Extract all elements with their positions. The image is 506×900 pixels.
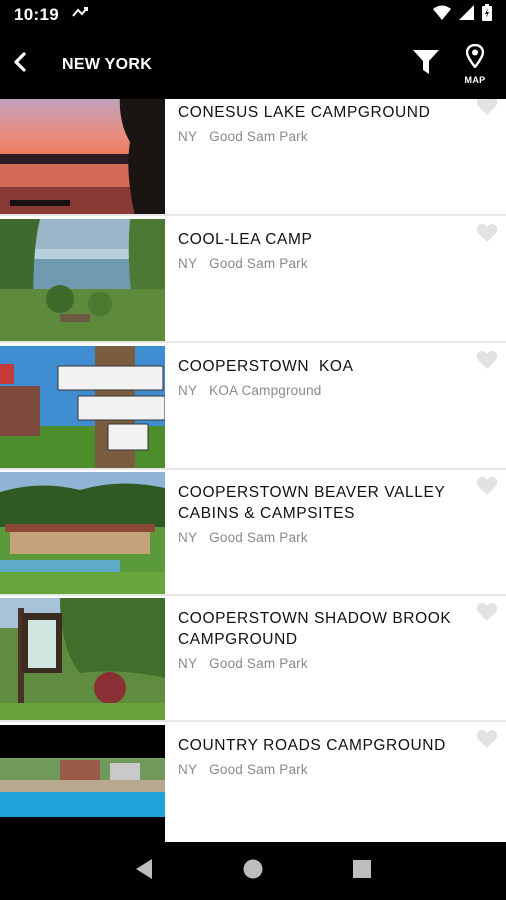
favorite-heart-icon[interactable] [476,350,498,370]
campground-type: Good Sam Park [209,762,308,777]
favorite-heart-icon[interactable] [476,99,498,116]
favorite-heart-icon[interactable] [476,602,498,622]
back-button[interactable] [0,30,40,99]
nav-home-button[interactable] [236,854,270,888]
campground-meta: NY Good Sam Park [178,762,466,777]
campground-type: Good Sam Park [209,530,308,545]
campground-info: CONESUS LAKE CAMPGROUND NY Good Sam Park [165,99,506,214]
campground-name: COOPERSTOWN KOA [178,358,354,375]
list-item[interactable]: CONESUS LAKE CAMPGROUND NY Good Sam Park [0,99,506,216]
campground-state: NY [178,656,198,671]
status-time: 10:19 [14,5,59,24]
map-label: MAP [464,75,486,85]
campground-thumbnail [0,219,165,341]
favorite-heart-icon[interactable] [476,223,498,243]
campground-state: NY [178,762,198,777]
filter-button[interactable] [406,45,446,85]
campground-name: COOPERSTOWN SHADOW BROOK CAMPGROUND [178,610,452,648]
campground-list: CONESUS LAKE CAMPGROUND NY Good Sam Park [0,99,506,842]
campground-name: COUNTRY ROADS CAMPGROUND [178,737,446,754]
map-button[interactable]: MAP [454,40,496,90]
favorite-heart-icon[interactable] [476,729,498,749]
wifi-icon [433,5,451,26]
campground-meta: NY Good Sam Park [178,256,466,271]
campground-state: NY [178,383,198,398]
campground-thumbnail [0,346,165,468]
campground-state: NY [178,530,198,545]
signal-icon [459,5,474,25]
campground-meta: NY KOA Campground [178,383,466,398]
chevron-left-icon [13,52,27,77]
campground-meta: NY Good Sam Park [178,656,466,671]
campground-info: COOPERSTOWN SHADOW BROOK CAMPGROUND NY Go… [165,598,506,720]
campground-state: NY [178,129,198,144]
sync-icon [71,6,89,25]
campground-info: COOL-LEA CAMP NY Good Sam Park [165,219,506,341]
triangle-back-icon [134,858,154,885]
campground-name: COOPERSTOWN BEAVER VALLEY CABINS & CAMPS… [178,484,446,522]
campground-name: CONESUS LAKE CAMPGROUND [178,104,431,121]
filter-icon [413,50,439,79]
status-bar: 10:19 [0,0,506,30]
square-recents-icon [352,859,372,884]
circle-home-icon [242,858,264,885]
nav-recents-button[interactable] [345,854,379,888]
system-nav-bar [0,842,506,900]
campground-info: COOPERSTOWN BEAVER VALLEY CABINS & CAMPS… [165,472,506,594]
campground-info: COUNTRY ROADS CAMPGROUND NY Good Sam Park [165,725,506,842]
nav-back-button[interactable] [127,854,161,888]
campground-type: Good Sam Park [209,656,308,671]
list-item[interactable]: COOPERSTOWN SHADOW BROOK CAMPGROUND NY Go… [0,598,506,722]
campground-meta: NY Good Sam Park [178,530,466,545]
campground-info: COOPERSTOWN KOA NY KOA Campground [165,346,506,468]
battery-icon [482,4,492,26]
page-title: NEW YORK [62,55,153,73]
campground-name: COOL-LEA CAMP [178,231,313,248]
list-item[interactable]: COOL-LEA CAMP NY Good Sam Park [0,219,506,343]
campground-type: Good Sam Park [209,256,308,271]
campground-type: KOA Campground [209,383,322,398]
campground-meta: NY Good Sam Park [178,129,466,144]
campground-type: Good Sam Park [209,129,308,144]
favorite-heart-icon[interactable] [476,476,498,496]
list-item[interactable]: COOPERSTOWN KOA NY KOA Campground [0,346,506,470]
campground-thumbnail [0,99,165,214]
campground-thumbnail [0,472,165,594]
list-item[interactable]: COUNTRY ROADS CAMPGROUND NY Good Sam Park [0,725,506,842]
list-item[interactable]: COOPERSTOWN BEAVER VALLEY CABINS & CAMPS… [0,472,506,596]
campground-state: NY [178,256,198,271]
campground-thumbnail [0,598,165,720]
app-bar: NEW YORK MAP [0,30,506,99]
map-pin-icon [465,43,485,73]
campground-thumbnail [0,725,165,842]
